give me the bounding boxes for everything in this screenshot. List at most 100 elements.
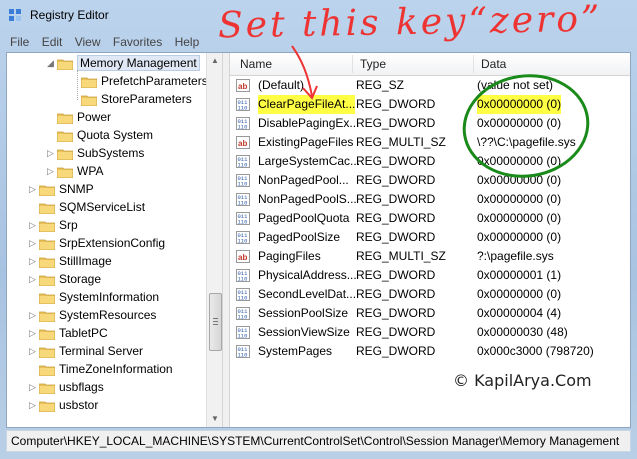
tree-item[interactable]: ▷ Srp (29, 216, 78, 234)
registry-value-row[interactable]: 011 110 SecondLevelDat... REG_DWORD 0x000000… (230, 285, 630, 304)
value-type: REG_SZ (356, 78, 405, 92)
menu-favorites[interactable]: Favorites (113, 32, 162, 52)
window-title: Registry Editor (30, 8, 109, 22)
tree-item-label: SNMP (59, 182, 94, 196)
expand-arrow-icon[interactable]: ▷ (29, 252, 39, 270)
registry-value-row[interactable]: 011 110 PagedPoolSize REG_DWORD 0x00000000 (… (230, 228, 630, 247)
expand-arrow-icon[interactable]: ▷ (29, 396, 39, 414)
tree-item-label: SystemResources (59, 308, 157, 322)
expand-arrow-icon[interactable]: ▷ (29, 270, 39, 288)
expanded-arrow-icon[interactable]: ◢ (47, 54, 57, 72)
menu-edit[interactable]: Edit (42, 32, 63, 52)
menu-help[interactable]: Help (175, 32, 200, 52)
tree-item[interactable]: ▷ Storage (29, 270, 101, 288)
tree-item[interactable]: ◢ Memory Management (47, 54, 200, 72)
expand-arrow-icon[interactable]: ▷ (29, 180, 39, 198)
registry-value-row[interactable]: ab ExistingPageFiles REG_MULTI_SZ \??\C:\pa… (230, 133, 630, 152)
tree-item[interactable]: ▷ usbflags (29, 378, 104, 396)
tree-item[interactable]: PrefetchParameters (71, 72, 208, 90)
value-data: \??\C:\pagefile.sys (477, 135, 576, 149)
tree-item[interactable]: Power (47, 108, 111, 126)
expand-arrow-icon[interactable]: ▷ (29, 342, 39, 360)
tree-item[interactable]: ▷ usbstor (29, 396, 98, 414)
tree-item[interactable]: ▷ WPA (47, 162, 103, 180)
tree-item-label: SrpExtensionConfig (59, 236, 166, 250)
column-header-data[interactable]: Data (481, 57, 506, 71)
menu-file[interactable]: File (10, 32, 29, 52)
tree-item[interactable]: ▷ SubSystems (47, 144, 144, 162)
folder-icon (38, 183, 56, 197)
column-header-name[interactable]: Name (240, 57, 272, 71)
registry-value-row[interactable]: 011 110 SessionPoolSize REG_DWORD 0x00000004… (230, 304, 630, 323)
registry-value-row[interactable]: 011 110 SystemPages REG_DWORD 0x000c3000 (79… (230, 342, 630, 361)
expand-arrow-icon[interactable]: ▷ (29, 378, 39, 396)
tree-item[interactable]: ▷ TabletPC (29, 324, 108, 342)
value-data: 0x00000000 (0) (477, 116, 562, 130)
registry-value-row[interactable]: 011 110 PhysicalAddress... REG_DWORD 0x00000… (230, 266, 630, 285)
tree-item[interactable]: SystemInformation (29, 288, 159, 306)
value-type: REG_DWORD (356, 306, 436, 320)
expand-arrow-icon[interactable]: ▷ (47, 144, 57, 162)
tree-item-label: Srp (59, 218, 78, 232)
expand-arrow-icon[interactable]: ▷ (47, 162, 57, 180)
value-name: (Default) (258, 78, 305, 92)
registry-value-row[interactable]: 011 110 NonPagedPool... REG_DWORD 0x00000000… (230, 171, 630, 190)
expand-arrow-icon[interactable]: ▷ (29, 234, 39, 252)
registry-value-row[interactable]: 011 110 NonPagedPoolS... REG_DWORD 0x0000000… (230, 190, 630, 209)
expand-arrow-icon[interactable]: ▷ (29, 306, 39, 324)
values-list: Name Type Data ab (Default) REG_SZ (value n… (230, 53, 630, 427)
folder-icon (38, 273, 56, 287)
tree-item[interactable]: ▷ SystemResources (29, 306, 156, 324)
registry-value-row[interactable]: 011 110 ClearPageFileAt... REG_DWORD 0x00000… (230, 95, 630, 114)
registry-value-row[interactable]: 011 110 PagedPoolQuota REG_DWORD 0x00000000 … (230, 209, 630, 228)
registry-editor-window: Registry Editor File Edit View Favorites… (0, 0, 637, 459)
folder-icon (38, 309, 56, 323)
folder-icon (38, 255, 56, 269)
tree-item[interactable]: TimeZoneInformation (29, 360, 173, 378)
tree-scrollbar[interactable]: ▲ ▼ (206, 53, 223, 427)
binary-value-icon: 011 110 (236, 212, 250, 226)
expand-arrow-icon[interactable]: ▷ (29, 216, 39, 234)
column-header-type[interactable]: Type (360, 57, 386, 71)
registry-value-row[interactable]: 011 110 SessionViewSize REG_DWORD 0x00000030… (230, 323, 630, 342)
value-data: 0x00000000 (0) (477, 95, 562, 114)
tree-item[interactable]: Quota System (47, 126, 153, 144)
value-name: SystemPages (258, 344, 333, 358)
tree-item-label: SubSystems (77, 146, 145, 160)
value-name: SessionPoolSize (258, 306, 349, 320)
binary-value-icon: 011 110 (236, 269, 250, 283)
scroll-up-arrow-icon[interactable]: ▲ (207, 53, 223, 69)
svg-text:110: 110 (238, 314, 248, 321)
value-name: PagedPoolSize (258, 230, 341, 244)
folder-icon (56, 111, 74, 125)
registry-value-row[interactable]: 011 110 DisablePagingEx... REG_DWORD 0x00000… (230, 114, 630, 133)
value-data: 0x00000000 (0) (477, 192, 562, 206)
tree-item[interactable]: SQMServiceList (29, 198, 145, 216)
expand-arrow-icon[interactable]: ▷ (29, 324, 39, 342)
tree-item[interactable]: ▷ Terminal Server (29, 342, 143, 360)
binary-value-icon: 011 110 (236, 155, 250, 169)
tree-item[interactable]: ▷ SrpExtensionConfig (29, 234, 165, 252)
folder-icon (38, 219, 56, 233)
registry-value-row[interactable]: 011 110 LargeSystemCac... REG_DWORD 0x000000… (230, 152, 630, 171)
scroll-down-arrow-icon[interactable]: ▼ (207, 411, 223, 427)
scroll-thumb[interactable] (209, 293, 222, 351)
value-name: NonPagedPoolS... (258, 192, 357, 206)
registry-value-row[interactable]: ab (Default) REG_SZ (value not set) (230, 76, 630, 95)
tree-item[interactable]: StoreParameters (71, 90, 192, 108)
tree-item[interactable]: ▷ StillImage (29, 252, 112, 270)
svg-text:ab: ab (238, 139, 247, 148)
pane-splitter[interactable] (222, 53, 230, 427)
folder-icon (80, 93, 98, 107)
tree-item-label: Quota System (77, 128, 154, 142)
value-data: 0x000c3000 (798720) (477, 344, 594, 358)
svg-text:110: 110 (238, 238, 248, 245)
folder-icon (80, 75, 98, 89)
list-header: Name Type Data (230, 53, 630, 76)
registry-value-row[interactable]: ab PagingFiles REG_MULTI_SZ ?:\pagefile.sys (230, 247, 630, 266)
string-value-icon: ab (236, 136, 250, 149)
tree-item-label: usbstor (59, 398, 99, 412)
menu-view[interactable]: View (75, 32, 101, 52)
value-type: REG_DWORD (356, 211, 436, 225)
tree-item[interactable]: ▷ SNMP (29, 180, 94, 198)
